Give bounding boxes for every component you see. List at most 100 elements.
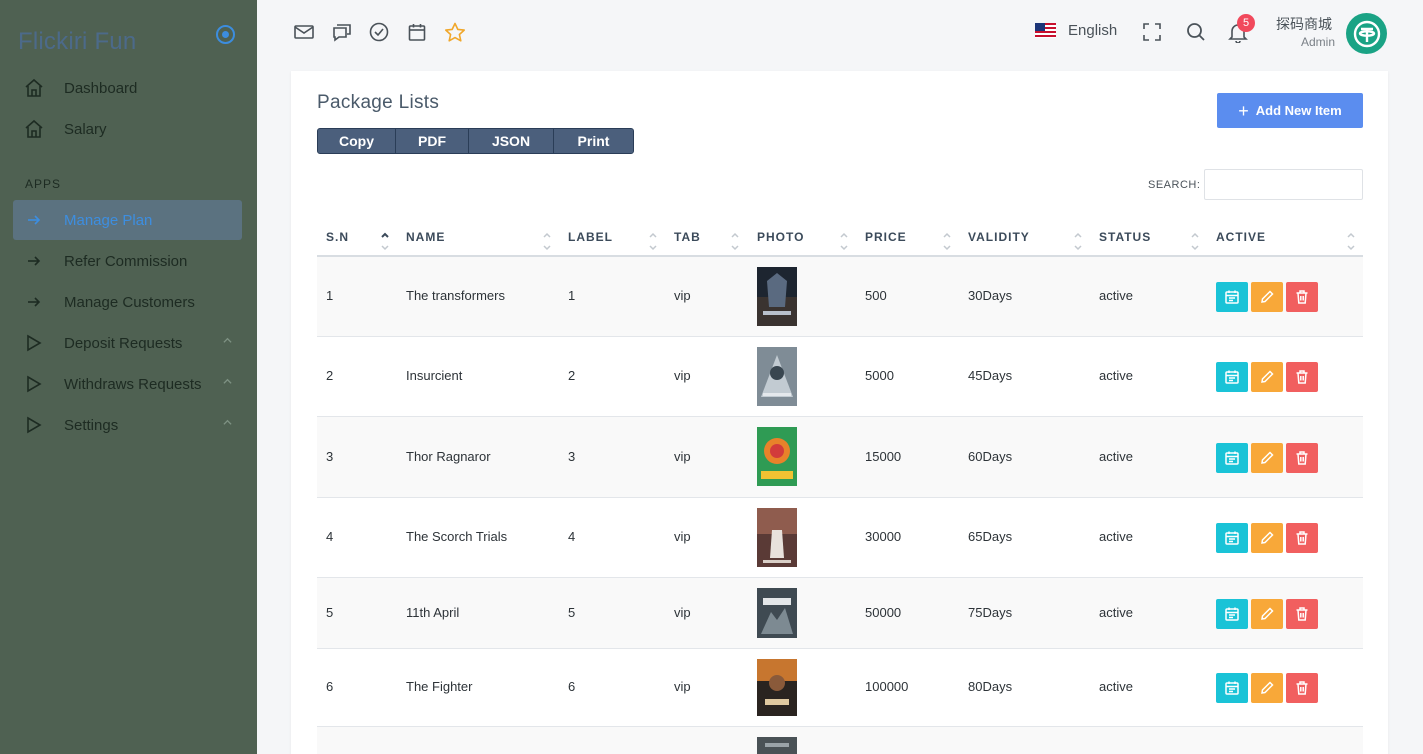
sidebar-item-withdraws-requests[interactable]: Withdraws Requests — [13, 364, 242, 404]
calendar-icon — [1225, 290, 1239, 304]
row-actions — [1216, 282, 1318, 312]
table-row: 4 The Scorch Trials 4 vip 30000 65Days a… — [317, 498, 1363, 578]
trash-icon — [1296, 607, 1308, 621]
cell-tab: vip — [674, 449, 691, 464]
edit-button[interactable] — [1251, 362, 1283, 392]
sort-icon[interactable] — [730, 229, 740, 251]
edit-button[interactable] — [1251, 673, 1283, 703]
pencil-icon — [1261, 370, 1274, 383]
cell-sn: 5 — [326, 605, 334, 620]
cell-price: 30000 — [865, 529, 902, 544]
trash-icon — [1296, 681, 1308, 695]
view-button[interactable] — [1216, 523, 1248, 553]
json-button[interactable]: JSON — [469, 129, 554, 153]
column-header-validity[interactable]: VALIDITY — [968, 230, 1030, 244]
sort-icon[interactable] — [839, 229, 849, 251]
language-selector[interactable]: English — [1035, 22, 1117, 39]
poster-image — [757, 588, 797, 638]
poster-image — [757, 659, 797, 716]
sidebar-item-refer-commission[interactable]: Refer Commission — [13, 241, 242, 281]
pencil-icon — [1261, 290, 1274, 303]
poster-image — [757, 347, 797, 406]
delete-button[interactable] — [1286, 443, 1318, 473]
view-button[interactable] — [1216, 362, 1248, 392]
copy-button[interactable]: Copy — [318, 129, 396, 153]
export-button-group: Copy PDF JSON Print — [317, 128, 634, 154]
column-header-price[interactable]: PRICE — [865, 230, 907, 244]
sidebar-item-label: Withdraws Requests — [64, 375, 202, 393]
cell-label: 4 — [568, 529, 576, 544]
print-button[interactable]: Print — [554, 129, 633, 153]
column-header-name[interactable]: NAME — [406, 230, 445, 244]
star-icon[interactable] — [444, 21, 466, 43]
sort-icon[interactable] — [1190, 229, 1200, 251]
sidebar-item-deposit-requests[interactable]: Deposit Requests — [13, 323, 242, 363]
edit-button[interactable] — [1251, 523, 1283, 553]
avatar[interactable] — [1346, 13, 1387, 54]
row-actions — [1216, 523, 1318, 553]
sidebar-item-settings[interactable]: Settings — [13, 405, 242, 445]
calendar-icon[interactable] — [406, 21, 428, 43]
sort-icon[interactable] — [942, 229, 952, 251]
package-table: S.N NAME LABEL TAB PHOTO PRICE VALIDITY … — [317, 220, 1363, 754]
mail-icon[interactable] — [293, 21, 315, 43]
calendar-icon — [1225, 681, 1239, 695]
sort-icon[interactable] — [1073, 229, 1083, 251]
user-name[interactable]: 探码商城 — [1276, 14, 1332, 34]
sidebar-item-salary[interactable]: Salary — [13, 109, 242, 149]
sidebar-item-manage-plan[interactable]: Manage Plan — [13, 200, 242, 240]
sort-icon[interactable] — [542, 229, 552, 251]
sort-icon[interactable] — [380, 229, 390, 251]
sidebar-item-label: Settings — [64, 416, 119, 434]
add-new-item-button[interactable]: + Add New Item — [1217, 93, 1363, 128]
search-icon[interactable] — [1185, 21, 1207, 43]
cell-validity: 60Days — [968, 449, 1013, 464]
cell-status: active — [1099, 529, 1133, 544]
column-header-sn[interactable]: S.N — [326, 230, 349, 244]
pdf-button[interactable]: PDF — [396, 129, 469, 153]
sidebar-item-label: Salary — [64, 120, 107, 138]
column-header-photo[interactable]: PHOTO — [757, 230, 804, 244]
edit-button[interactable] — [1251, 282, 1283, 312]
search-input[interactable] — [1204, 169, 1363, 200]
chat-icon[interactable] — [331, 21, 353, 43]
delete-button[interactable] — [1286, 599, 1318, 629]
delete-button[interactable] — [1286, 362, 1318, 392]
view-button[interactable] — [1216, 599, 1248, 629]
cell-price: 500 — [865, 288, 887, 303]
brand-name[interactable]: Flickiri Fun — [18, 28, 136, 56]
row-actions — [1216, 599, 1318, 629]
sidebar-toggle-icon[interactable] — [216, 25, 235, 44]
view-button[interactable] — [1216, 282, 1248, 312]
sort-icon[interactable] — [1346, 229, 1356, 251]
delete-button[interactable] — [1286, 282, 1318, 312]
view-button[interactable] — [1216, 443, 1248, 473]
sidebar-section-label: APPS — [25, 177, 62, 191]
column-header-tab[interactable]: TAB — [674, 230, 701, 244]
check-circle-icon[interactable] — [368, 21, 390, 43]
delete-button[interactable] — [1286, 523, 1318, 553]
edit-button[interactable] — [1251, 443, 1283, 473]
sidebar-item-manage-customers[interactable]: Manage Customers — [13, 282, 242, 322]
edit-button[interactable] — [1251, 599, 1283, 629]
column-header-status[interactable]: STATUS — [1099, 230, 1151, 244]
delete-button[interactable] — [1286, 673, 1318, 703]
column-header-active[interactable]: ACTIVE — [1216, 230, 1266, 244]
plus-icon: + — [1238, 100, 1249, 121]
sidebar-item-dashboard[interactable]: Dashboard — [13, 68, 242, 108]
package-list-card: Package Lists Copy PDF JSON Print + Add … — [291, 71, 1388, 754]
fullscreen-icon[interactable] — [1141, 21, 1163, 43]
cell-name: The Scorch Trials — [406, 529, 508, 544]
cell-label: 1 — [568, 288, 576, 303]
cell-tab: vip — [674, 368, 691, 383]
cell-tab: vip — [674, 605, 691, 620]
cell-validity: 30Days — [968, 288, 1013, 303]
sort-icon[interactable] — [648, 229, 658, 251]
row-actions — [1216, 362, 1318, 392]
play-icon — [23, 334, 45, 352]
us-flag-icon — [1035, 23, 1056, 38]
view-button[interactable] — [1216, 673, 1248, 703]
trash-icon — [1296, 370, 1308, 384]
cell-name: The Fighter — [406, 679, 473, 694]
column-header-label[interactable]: LABEL — [568, 230, 613, 244]
